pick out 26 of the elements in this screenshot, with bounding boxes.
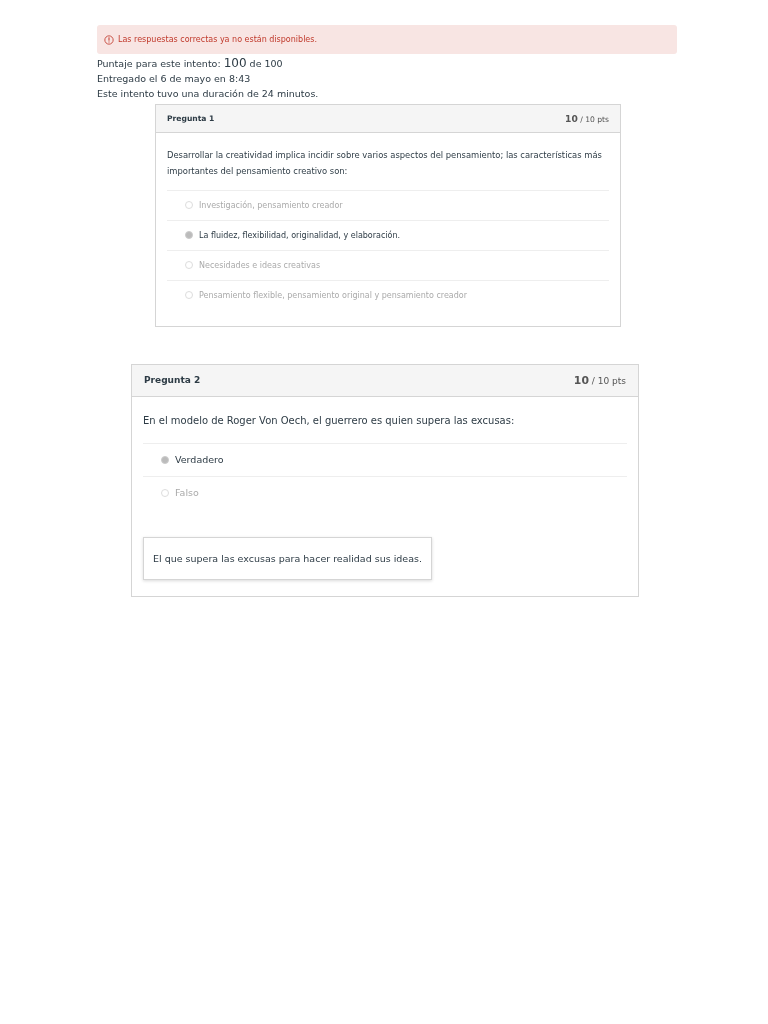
radio-button[interactable]: [185, 201, 193, 210]
answer-text: Verdadero: [175, 454, 224, 466]
alert-text: Las respuestas correctas ya no están disponibles.: [118, 35, 317, 44]
radio-button[interactable]: [161, 488, 169, 497]
score-label: Puntaje para este intento:: [97, 58, 221, 69]
answer-text: Pensamiento flexible, pensamiento original y pensamiento creador: [199, 290, 468, 300]
question-title: Pregunta 2: [144, 375, 201, 386]
question-text: En el modelo de Roger Von Oech, el guerrero es quien supera las excusas:: [143, 413, 516, 428]
answer-text: La fluidez, flexibilidad, originalidad, y elaboración.: [199, 230, 401, 240]
points-earned: 10: [565, 113, 578, 124]
score: 100: [223, 56, 247, 70]
score-total: de 100: [249, 58, 283, 69]
question-text: Desarrollar la creatividad implica incidir sobre varios aspectos del pensamiento; las características más importantes del pensamiento creativo son:: [167, 149, 603, 178]
points-total: / 10 pts: [591, 375, 626, 386]
radio-button[interactable]: [161, 455, 169, 464]
answer-comment: El que supera las excusas para hacer realidad sus ideas.: [143, 536, 432, 580]
radio-button[interactable]: [185, 291, 193, 300]
answer-text: Falso: [175, 487, 199, 499]
answer-text: Investigación, pensamiento creador: [199, 200, 343, 210]
radio-button[interactable]: [185, 261, 193, 270]
answer-text: Necesidades e ideas creativas: [199, 260, 321, 270]
radio-button[interactable]: [185, 231, 193, 240]
warning-icon: [104, 34, 114, 45]
points-earned: 10: [573, 373, 589, 387]
duration-text: Este intento tuvo una duración de 24 minutos.: [97, 88, 319, 99]
submitted-text: Entregado el 6 de mayo en 8:43: [97, 73, 251, 84]
